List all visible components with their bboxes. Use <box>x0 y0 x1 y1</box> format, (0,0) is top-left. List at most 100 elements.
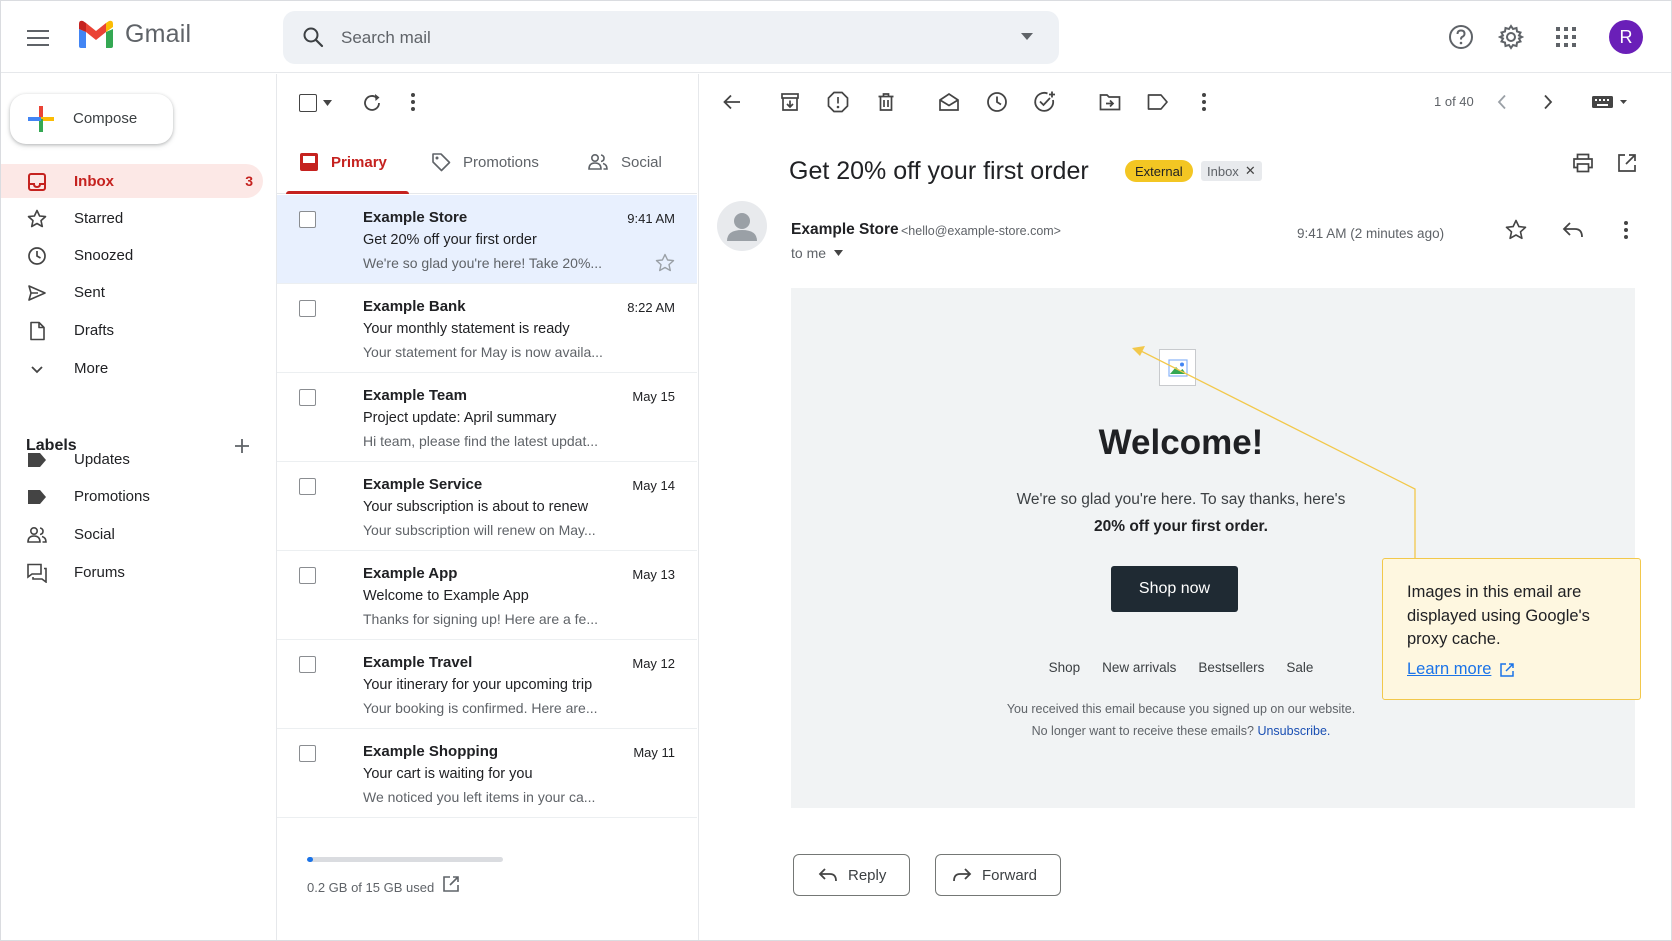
message-row[interactable]: Example Team May 15 Project update: April … <box>277 373 697 462</box>
row-checkbox[interactable] <box>299 567 316 584</box>
row-checkbox[interactable] <box>299 745 316 762</box>
row-snippet: Your subscription will renew on May... <box>363 522 596 538</box>
reply-button[interactable]: Reply <box>793 854 910 896</box>
footer-link-bestsellers[interactable]: Bestsellers <box>1198 660 1264 675</box>
row-checkbox[interactable] <box>299 300 316 317</box>
search-icon[interactable] <box>301 25 325 49</box>
nav-item-snoozed[interactable]: Snoozed <box>1 238 263 272</box>
row-checkbox[interactable] <box>299 211 316 228</box>
sender-avatar[interactable] <box>717 201 767 251</box>
gmail-logo[interactable]: Gmail <box>77 19 191 49</box>
shop-now-button[interactable]: Shop now <box>1111 566 1238 612</box>
message-row[interactable]: Example App May 13 Welcome to Example App T… <box>277 551 697 640</box>
tab-promotions[interactable]: Promotions <box>431 130 539 194</box>
email-body-text: We're so glad you're here. To say thanks… <box>1016 491 1346 508</box>
message-row[interactable]: Example Store 9:41 AM Get 20% off your fir… <box>277 195 697 284</box>
settings-gear-icon[interactable] <box>1495 21 1527 53</box>
compose-button[interactable]: Compose <box>10 94 173 144</box>
help-icon[interactable] <box>1445 21 1477 53</box>
nav-label: Starred <box>74 210 124 227</box>
send-icon <box>27 283 47 303</box>
recipients-label: to me <box>791 245 827 261</box>
row-snippet: Your booking is confirmed. Here are... <box>363 700 598 716</box>
message-row[interactable]: Example Travel May 12 Your itinerary for y… <box>277 640 697 729</box>
nav-item-drafts[interactable]: Drafts <box>1 313 263 347</box>
row-star-icon[interactable] <box>655 253 675 273</box>
remove-label-icon[interactable]: ✕ <box>1245 163 1256 179</box>
select-options-icon[interactable] <box>323 100 332 106</box>
nav-item-inbox[interactable]: Inbox 3 <box>1 164 263 198</box>
nav-label: Inbox <box>74 173 114 190</box>
nav-item-sent[interactable]: Sent <box>1 275 263 309</box>
sender-name[interactable]: Example Store <box>791 221 899 239</box>
app-name: Gmail <box>125 19 192 48</box>
label-item-updates[interactable]: Updates <box>1 442 263 476</box>
forward-button[interactable]: Forward <box>935 854 1061 896</box>
draft-icon <box>27 321 47 341</box>
nav-label: Snoozed <box>74 247 134 264</box>
learn-more-link[interactable]: Learn more <box>1407 660 1515 679</box>
open-in-new-window-icon[interactable] <box>1614 150 1640 176</box>
footer-unsubscribe-note: No longer want to receive these emails? … <box>791 724 1571 738</box>
inbox-label-chip: Inbox ✕ <box>1201 161 1262 181</box>
back-arrow-icon[interactable] <box>719 89 745 115</box>
row-sender: Example Bank <box>363 298 466 315</box>
newer-chevron-left-icon[interactable] <box>1489 89 1515 115</box>
left-sidebar: Compose Inbox 3 Starred Snoozed Sent Dra… <box>1 74 277 940</box>
footer-link-new-arrivals[interactable]: New arrivals <box>1102 660 1176 675</box>
footer-link-shop[interactable]: Shop <box>1049 660 1081 675</box>
message-row[interactable]: Example Shopping May 11 Your cart is waiti… <box>277 729 697 818</box>
reading-pane: 1 of 40 Get 20% off your first order Ext… <box>699 74 1671 940</box>
storage-usage-bar <box>307 857 503 862</box>
row-subject: Project update: April summary <box>363 410 557 426</box>
snooze-clock-icon[interactable] <box>984 89 1010 115</box>
row-checkbox[interactable] <box>299 389 316 406</box>
recipients-toggle[interactable]: to me <box>791 245 844 261</box>
more-options-icon[interactable] <box>1191 89 1217 115</box>
main-menu-icon[interactable] <box>21 21 55 55</box>
search-options-icon[interactable] <box>1021 33 1033 40</box>
row-checkbox[interactable] <box>299 478 316 495</box>
external-sender-chip: External <box>1125 160 1193 182</box>
message-row[interactable]: Example Service May 14 Your subscription i… <box>277 462 697 551</box>
gmail-m-icon <box>79 20 113 48</box>
nav-item-starred[interactable]: Starred <box>1 201 263 235</box>
apps-grid-icon[interactable] <box>1550 21 1582 53</box>
older-chevron-right-icon[interactable] <box>1535 89 1561 115</box>
gmail-window: Gmail R Compose <box>0 0 1672 941</box>
row-checkbox[interactable] <box>299 656 316 673</box>
archive-icon[interactable] <box>777 89 803 115</box>
input-tools-keyboard-icon[interactable] <box>1591 89 1631 115</box>
account-avatar[interactable]: R <box>1609 20 1643 54</box>
refresh-icon[interactable] <box>361 92 383 114</box>
move-to-folder-icon[interactable] <box>1097 89 1123 115</box>
open-in-new-icon[interactable] <box>442 875 460 893</box>
more-options-icon[interactable] <box>1613 217 1639 243</box>
label-item-social[interactable]: Social <box>1 517 263 551</box>
nav-label: Promotions <box>74 488 150 505</box>
storage-usage-fill <box>307 857 313 862</box>
tab-primary[interactable]: Primary <box>299 130 387 194</box>
list-toolbar <box>277 74 697 130</box>
print-icon[interactable] <box>1570 150 1596 176</box>
search-bar <box>283 11 1059 64</box>
star-icon[interactable] <box>1503 217 1529 243</box>
tab-social[interactable]: Social <box>587 130 662 194</box>
add-to-tasks-icon[interactable] <box>1032 89 1058 115</box>
more-options-icon[interactable] <box>410 92 416 112</box>
message-row[interactable]: Example Bank 8:22 AM Your monthly statemen… <box>277 284 697 373</box>
mark-as-unread-icon[interactable] <box>936 89 962 115</box>
caret-down-icon <box>834 250 844 256</box>
label-item-promotions[interactable]: Promotions <box>1 479 263 513</box>
reply-icon[interactable] <box>1560 217 1586 243</box>
unsubscribe-link[interactable]: Unsubscribe. <box>1257 724 1330 738</box>
nav-label: Sent <box>74 284 105 301</box>
search-input[interactable] <box>341 11 981 64</box>
label-as-icon[interactable] <box>1145 89 1171 115</box>
footer-link-sale[interactable]: Sale <box>1286 660 1313 675</box>
select-all-checkbox[interactable] <box>299 94 317 112</box>
report-spam-icon[interactable] <box>825 89 851 115</box>
label-item-forums[interactable]: Forums <box>1 555 263 589</box>
delete-icon[interactable] <box>873 89 899 115</box>
nav-item-more[interactable]: More <box>1 351 263 385</box>
